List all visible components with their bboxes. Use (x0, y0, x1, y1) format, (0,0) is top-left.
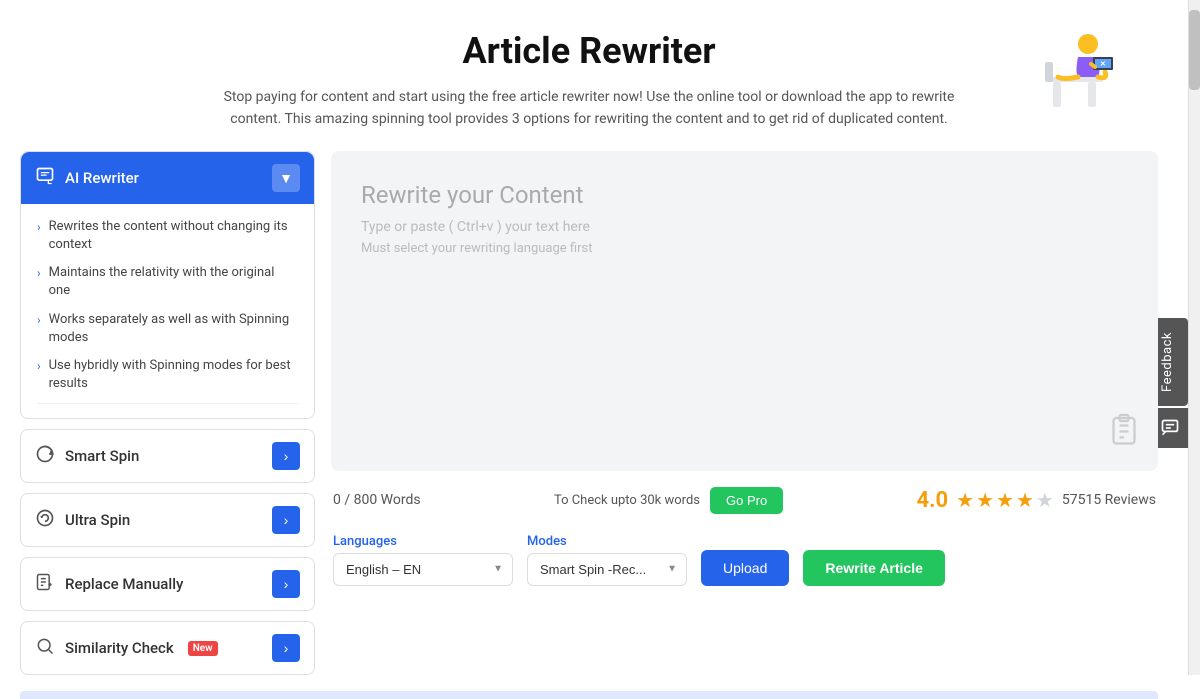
editor-box[interactable]: Rewrite your Content Type or paste ( Ctr… (331, 151, 1158, 471)
ai-rewriter-label: AI Rewriter (65, 169, 139, 187)
feature-text: Works separately as well as with Spinnin… (49, 311, 298, 347)
sidebar: AI Rewriter ▼ › Rewrites the content wit… (20, 151, 315, 686)
replace-manually-arrow[interactable]: › (272, 570, 300, 598)
go-pro-button[interactable]: Go Pro (710, 487, 783, 514)
similarity-check-header[interactable]: Similarity Check New › (21, 622, 314, 674)
similarity-check-icon (35, 636, 55, 660)
upload-button[interactable]: Upload (701, 550, 789, 586)
smart-spin-arrow[interactable]: › (272, 442, 300, 470)
pro-section: To Check upto 30k words Go Pro (554, 487, 783, 514)
stars: ★ ★ ★ ★ ★ (956, 488, 1054, 512)
ultra-spin-icon (35, 508, 55, 532)
editor-placeholder-sub: Type or paste ( Ctrl+v ) your text here (361, 219, 1128, 235)
chevron-icon: › (37, 358, 41, 375)
editor-placeholder-title: Rewrite your Content (361, 181, 1128, 209)
language-select-wrapper: English – EN Spanish – ES French – FR (333, 553, 513, 586)
ai-rewriter-icon (35, 166, 55, 190)
ai-rewriter-left: AI Rewriter (35, 166, 139, 190)
page-description: Stop paying for content and start using … (210, 86, 968, 131)
chevron-icon: › (37, 219, 41, 236)
language-group: Languages English – EN Spanish – ES Fren… (333, 534, 513, 586)
smart-spin-label: Smart Spin (65, 447, 139, 465)
rating-score: 4.0 (917, 488, 949, 513)
controls-bar: Languages English – EN Spanish – ES Fren… (331, 530, 1158, 590)
feature-text: Rewrites the content without changing it… (49, 218, 298, 254)
star-4: ★ (1016, 488, 1034, 512)
scrollbar[interactable] (1188, 0, 1200, 675)
rewrite-button[interactable]: Rewrite Article (803, 550, 945, 586)
word-count: 0 / 800 Words (333, 492, 421, 508)
feature-text: Maintains the relativity with the origin… (49, 264, 298, 300)
sidebar-item-ultra-spin: Ultra Spin › (20, 493, 315, 547)
mode-group: Modes Smart Spin -Rec... Ultra Spin AI R… (527, 534, 687, 586)
editor-paste-icon (1106, 412, 1142, 455)
chevron-icon: › (37, 265, 41, 282)
feature-item: › Works separately as well as with Spinn… (37, 311, 298, 347)
replace-manually-left: Replace Manually (35, 572, 183, 596)
page-title: Article Rewriter (210, 30, 968, 72)
sidebar-item-similarity-check: Similarity Check New › (20, 621, 315, 675)
similarity-check-new-badge: New (188, 641, 218, 656)
sidebar-item-replace-manually: Replace Manually › (20, 557, 315, 611)
stats-bar: 0 / 800 Words To Check upto 30k words Go… (331, 481, 1158, 520)
feature-item: › Rewrites the content without changing … (37, 218, 298, 254)
header-illustration: ✕ (1033, 22, 1118, 121)
sidebar-item-ai-rewriter: AI Rewriter ▼ › Rewrites the content wit… (20, 151, 315, 420)
mode-select[interactable]: Smart Spin -Rec... Ultra Spin AI Rewrite… (527, 553, 687, 586)
star-5: ★ (1036, 488, 1054, 512)
ultra-spin-header[interactable]: Ultra Spin › (21, 494, 314, 546)
ai-rewriter-features: › Rewrites the content without changing … (21, 204, 314, 419)
body-layout: AI Rewriter ▼ › Rewrites the content wit… (10, 151, 1168, 686)
rating-section: 4.0 ★ ★ ★ ★ ★ 57515 Reviews (917, 488, 1156, 513)
similarity-check-left: Similarity Check New (35, 636, 218, 660)
smart-spin-left: Smart Spin (35, 444, 139, 468)
replace-manually-icon (35, 572, 55, 596)
chevron-icon: › (37, 312, 41, 329)
review-count: 57515 Reviews (1062, 492, 1156, 508)
similarity-check-label: Similarity Check (65, 639, 174, 657)
mode-select-wrapper: Smart Spin -Rec... Ultra Spin AI Rewrite… (527, 553, 687, 586)
main-content: Rewrite your Content Type or paste ( Ctr… (331, 151, 1158, 686)
bottom-hint-bar (20, 691, 1158, 699)
sidebar-item-smart-spin: Smart Spin › (20, 429, 315, 483)
similarity-check-arrow[interactable]: › (272, 634, 300, 662)
star-3: ★ (996, 488, 1014, 512)
ultra-spin-arrow[interactable]: › (272, 506, 300, 534)
ultra-spin-label: Ultra Spin (65, 511, 130, 529)
smart-spin-header[interactable]: Smart Spin › (21, 430, 314, 482)
feature-item: › Maintains the relativity with the orig… (37, 264, 298, 300)
mode-label: Modes (527, 534, 687, 549)
feature-text: Use hybridly with Spinning modes for bes… (49, 357, 298, 393)
ai-rewriter-toggle[interactable]: ▼ (272, 164, 300, 192)
scrollbar-thumb[interactable] (1189, 10, 1200, 90)
editor-placeholder-note: Must select your rewriting language firs… (361, 241, 1128, 256)
replace-manually-header[interactable]: Replace Manually › (21, 558, 314, 610)
star-2: ★ (976, 488, 994, 512)
smart-spin-icon (35, 444, 55, 468)
svg-text:✕: ✕ (1100, 60, 1106, 68)
ultra-spin-left: Ultra Spin (35, 508, 130, 532)
page-header: Article Rewriter Stop paying for content… (10, 0, 1168, 151)
feature-item: › Use hybridly with Spinning modes for b… (37, 357, 298, 393)
replace-manually-label: Replace Manually (65, 575, 183, 593)
language-label: Languages (333, 534, 513, 549)
ai-rewriter-header[interactable]: AI Rewriter ▼ (21, 152, 314, 204)
pro-text: To Check upto 30k words (554, 493, 700, 508)
language-select[interactable]: English – EN Spanish – ES French – FR (333, 553, 513, 586)
star-1: ★ (956, 488, 974, 512)
